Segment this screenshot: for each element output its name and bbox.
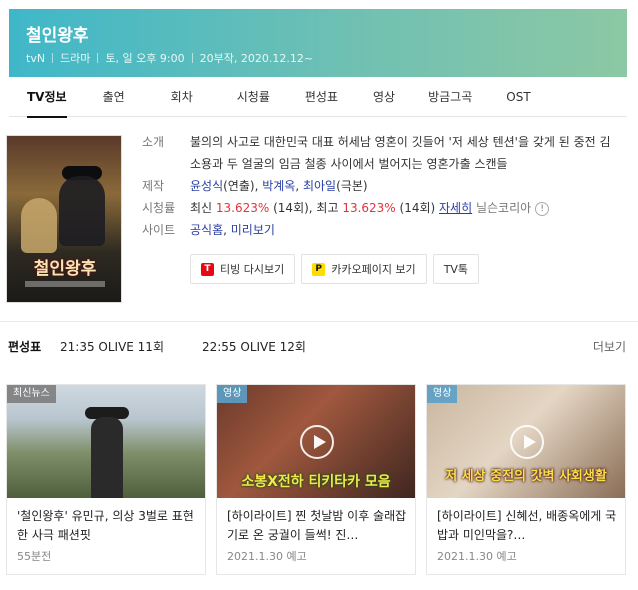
poster-title: 철인왕후 (33, 259, 97, 279)
video-caption: 저 세상 중전의 갓벽 사회생활 (445, 469, 607, 484)
program-title[interactable]: 철인왕후 (26, 21, 89, 46)
tab-music[interactable]: 방금그곡 (428, 77, 472, 117)
staff-separator: , (295, 179, 303, 193)
watch-buttons: T 티빙 다시보기 P 카카오페이지 보기 TV톡 (190, 254, 485, 284)
synopsis-text: 불의의 사고로 대한민국 대표 허세남 영혼이 깃들어 '저 세상 텐션'을 갖… (190, 135, 611, 171)
meta-divider (191, 53, 193, 63)
tv-talk-button[interactable]: TV톡 (432, 254, 480, 284)
video-title[interactable]: [하이라이트] 신혜선, 배종옥에게 국밥과 미인막을?… (437, 507, 617, 545)
tab-tv-info[interactable]: TV정보 (27, 77, 67, 118)
channel-link[interactable]: tvN (26, 52, 45, 65)
video-card[interactable]: 영상 저 세상 중전의 갓벽 사회생활 [하이라이트] 신혜선, 배종옥에게 국… (426, 384, 626, 575)
news-card[interactable]: 최신뉴스 '철인왕후' 유민규, 의상 3벌로 표현한 사극 패션핏 55분전 (6, 384, 206, 575)
meta-divider (52, 53, 54, 63)
director-role: (연출), (223, 179, 263, 193)
tab-bar: TV정보 출연 회차 시청률 편성표 영상 방금그곡 OST (9, 77, 627, 118)
video-thumbnail[interactable]: 영상 소봉X전하 티키타카 모음 (217, 385, 415, 498)
rating-max: 13.623% (342, 201, 396, 215)
writer-link[interactable]: 박계옥 (262, 179, 295, 193)
meta-divider (97, 53, 99, 63)
genre-text: 드라마 (60, 52, 91, 65)
tving-label: 티빙 다시보기 (220, 263, 285, 276)
rating-latest-prefix: 최신 (190, 201, 216, 215)
video-date: 2021.1.30 예고 (227, 550, 307, 563)
schedule-more-link[interactable]: 더보기 (593, 338, 626, 355)
rating-value: 최신 13.623% (14회), 최고 13.623% (14회) 자세히 닐… (190, 197, 612, 219)
rating-latest: 13.623% (215, 201, 270, 215)
video-caption: 소봉X전하 티키타카 모음 (241, 474, 391, 490)
poster-subtitle-bar (25, 281, 105, 287)
site-value: 공식홈, 미리보기 (190, 219, 612, 241)
play-icon[interactable] (510, 425, 544, 459)
video-title[interactable]: [하이라이트] 찐 첫날밤 이후 술래잡기로 온 궁궐이 들썩! 진… (227, 507, 407, 545)
news-badge: 최신뉴스 (7, 385, 56, 403)
episodes-text: 20부작, 2020.12.12~ (199, 52, 314, 65)
video-date: 2021.1.30 예고 (437, 550, 517, 563)
tab-ost[interactable]: OST (506, 77, 530, 117)
preview-link[interactable]: 미리보기 (231, 223, 275, 237)
tving-button[interactable]: T 티빙 다시보기 (190, 254, 296, 284)
poster-figure (21, 198, 57, 253)
thumbnail-figure (91, 417, 123, 498)
video-thumbnail[interactable]: 영상 저 세상 중전의 갓벽 사회생활 (427, 385, 625, 498)
site-label: 사이트 (142, 223, 176, 237)
official-site-link[interactable]: 공식홈 (190, 223, 223, 237)
director-link[interactable]: 윤성식 (190, 179, 223, 193)
video-badge: 영상 (427, 385, 458, 403)
poster-image[interactable]: 철인왕후 (6, 135, 122, 303)
play-icon[interactable] (300, 425, 334, 459)
video-badge: 영상 (217, 385, 248, 403)
staff-value: 윤성식(연출), 박계옥, 최아일(극본) (190, 175, 612, 197)
synopsis-label: 소개 (142, 135, 165, 149)
writer-link[interactable]: 최아일 (303, 179, 336, 193)
airtime-text: 토, 일 오후 9:00 (105, 52, 185, 65)
video-card[interactable]: 영상 소봉X전하 티키타카 모음 [하이라이트] 찐 첫날밤 이후 술래잡기로 … (216, 384, 416, 575)
help-icon[interactable]: ! (535, 201, 550, 216)
tab-ratings[interactable]: 시청률 (237, 77, 270, 117)
synopsis-row: 소개 불의의 사고로 대한민국 대표 허세남 영혼이 깃들어 '저 세상 텐션'… (142, 131, 612, 175)
staff-label: 제작 (142, 179, 165, 193)
schedule-item: 22:55 OLIVE 12회 (201, 340, 306, 354)
schedule-label: 편성표 (8, 340, 42, 354)
site-separator: , (223, 223, 231, 237)
rating-max-episode: (14회) (395, 201, 440, 215)
schedule-item: 21:35 OLIVE 11회 (60, 340, 164, 354)
tab-cast[interactable]: 출연 (103, 77, 125, 117)
poster-figure (59, 176, 105, 246)
staff-row: 제작 윤성식(연출), 박계옥, 최아일(극본) (142, 175, 612, 197)
tab-schedule[interactable]: 편성표 (305, 77, 338, 117)
kakaopage-button[interactable]: P 카카오페이지 보기 (301, 254, 427, 284)
news-title[interactable]: '철인왕후' 유민규, 의상 3벌로 표현한 사극 패션핏 (17, 507, 197, 545)
rating-row: 시청률 최신 13.623% (14회), 최고 13.623% (14회) 자… (142, 197, 612, 219)
tab-episodes[interactable]: 회차 (171, 77, 193, 117)
rating-label: 시청률 (142, 201, 176, 215)
writer-role: (극본) (336, 179, 368, 193)
news-thumbnail[interactable]: 최신뉴스 (7, 385, 205, 498)
program-info: 소개 불의의 사고로 대한민국 대표 허세남 영혼이 깃들어 '저 세상 텐션'… (142, 131, 612, 241)
tv-talk-label: TV톡 (443, 263, 469, 276)
kakaopage-label: 카카오페이지 보기 (331, 263, 416, 276)
section-divider (0, 321, 638, 322)
site-row: 사이트 공식홈, 미리보기 (142, 219, 612, 241)
program-meta: tvN 드라마 토, 일 오후 9:00 20부작, 2020.12.12~ (26, 50, 313, 66)
rating-latest-episode: (14회), 최고 (269, 201, 343, 215)
kakaopage-icon: P (312, 262, 326, 276)
tab-videos[interactable]: 영상 (373, 77, 395, 117)
news-time: 55분전 (17, 550, 52, 563)
rating-company: 닐슨코리아 (472, 201, 532, 215)
tving-icon: T (201, 262, 214, 276)
schedule-row: 편성표 21:35 OLIVE 11회 22:55 OLIVE 12회 더보기 (8, 338, 628, 355)
rating-detail-link[interactable]: 자세히 (439, 201, 472, 215)
program-header: 철인왕후 tvN 드라마 토, 일 오후 9:00 20부작, 2020.12.… (9, 9, 627, 77)
